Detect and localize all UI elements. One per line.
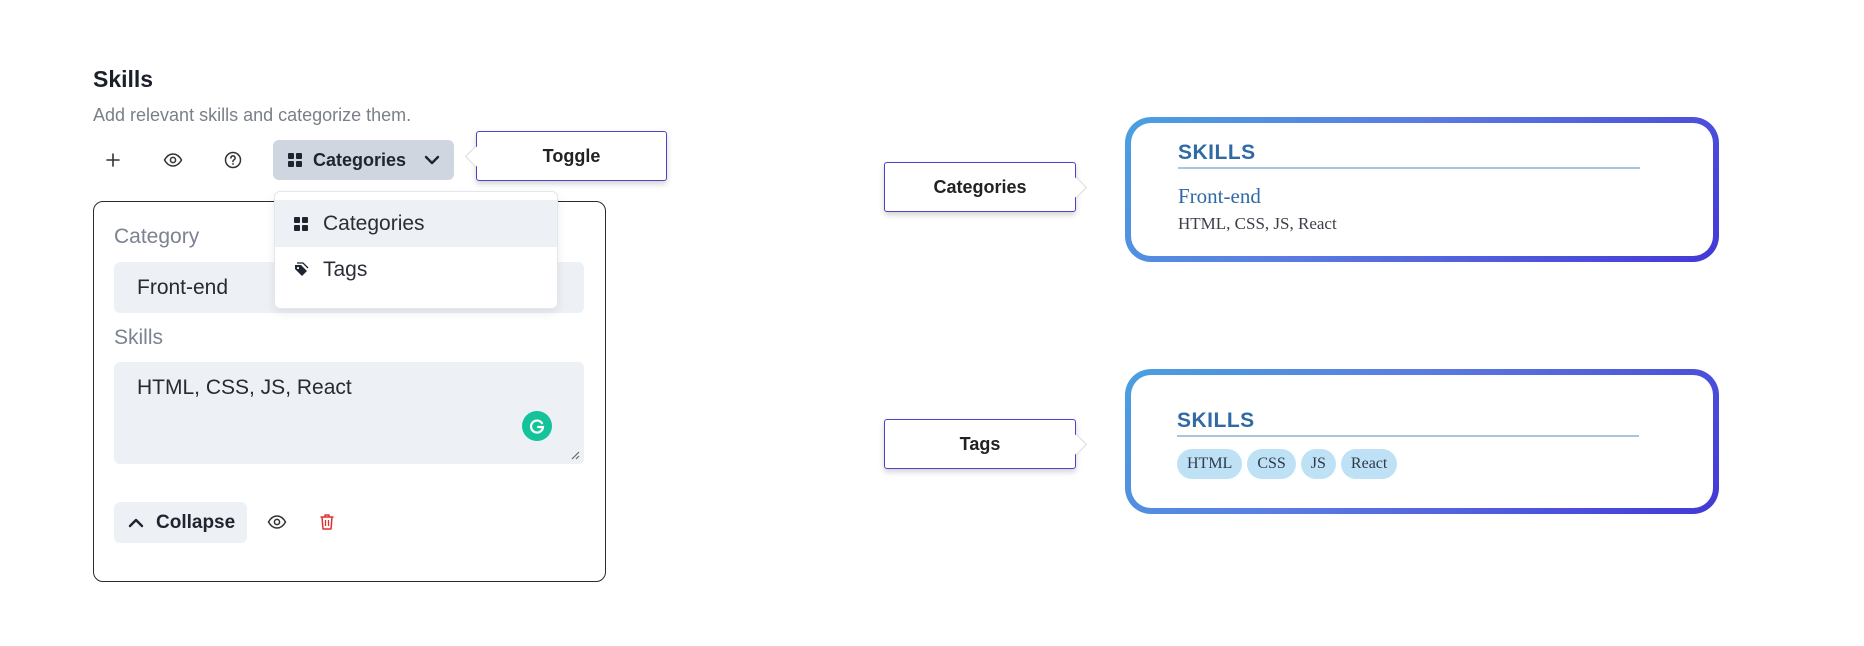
categories-callout-label: Categories [933,176,1027,197]
preview-category-name: Front-end [1178,184,1261,208]
toggle-callout: Toggle [464,131,667,181]
preview-tags-heading: SKILLS [1177,409,1255,432]
categories-callout: Categories [884,162,1088,212]
question-circle-icon [224,151,242,169]
view-mode-dropdown-toggle[interactable]: Categories [273,140,454,180]
dropdown-option-categories[interactable]: Categories [275,200,557,247]
add-button[interactable] [93,140,133,180]
chevron-up-icon [128,518,144,527]
eye-icon [267,515,287,529]
preview-tags-card [1125,369,1719,514]
grammarly-icon[interactable] [522,411,552,441]
tags-callout: Tags [884,419,1088,469]
toggle-callout-label: Toggle [542,145,601,166]
dropdown-option-label: Tags [323,258,368,281]
dropdown-option-tags[interactable]: Tags [275,247,557,293]
tags-icon [295,262,309,276]
skills-label: Skills [114,326,164,349]
view-mode-dropdown-menu: Categories Tags [274,191,558,309]
skill-tag: HTML [1177,449,1243,479]
preview-heading-rule [1177,435,1639,437]
skills-textarea[interactable]: HTML, CSS, JS, React [114,362,584,464]
preview-heading-rule [1178,167,1640,169]
preview-button[interactable] [153,140,193,180]
callout-pointer [464,145,487,168]
dropdown-option-label: Categories [323,211,425,235]
eye-icon [163,153,183,167]
preview-category-skills: HTML, CSS, JS, React [1178,214,1337,233]
callout-pointer [1065,176,1088,199]
delete-button[interactable] [307,502,347,542]
collapse-button[interactable]: Collapse [114,502,247,543]
grid-icon [294,216,308,231]
skills-textarea-value: HTML, CSS, JS, React [137,376,352,399]
chevron-down-icon [424,155,440,165]
preview-tag-list: HTML CSS JS React [1177,449,1398,479]
preview-categories-heading: SKILLS [1178,141,1256,164]
section-subtitle: Add relevant skills and categorize them. [93,105,412,125]
trash-icon [320,514,334,530]
plus-icon [106,153,120,167]
section-title: Skills [93,66,154,92]
help-button[interactable] [213,140,253,180]
grammarly-g-icon [529,419,545,434]
callout-pointer [1065,433,1088,456]
toggle-visibility-button[interactable] [257,502,297,542]
tags-callout-label: Tags [959,433,1001,454]
skill-tag: JS [1300,449,1336,479]
resize-handle-icon[interactable] [569,449,580,460]
grid-icon [288,153,302,167]
skill-tag: CSS [1247,449,1296,479]
view-mode-label: Categories [313,149,407,170]
category-label: Category [114,225,200,248]
skill-tag: React [1340,449,1398,479]
collapse-label: Collapse [156,511,236,533]
